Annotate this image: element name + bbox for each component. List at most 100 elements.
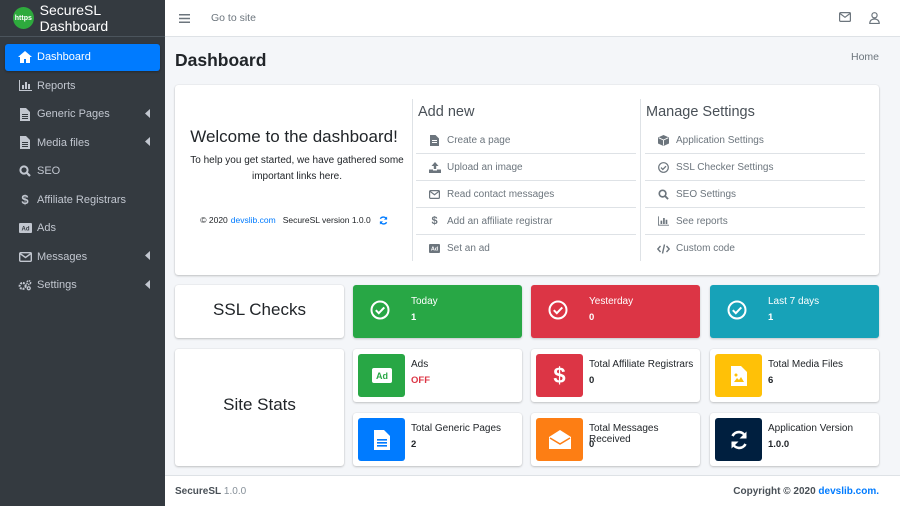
ssl-today-value: 1 [411, 312, 417, 323]
ssl-today-label: Today [411, 296, 438, 307]
envelope-open-icon [536, 418, 583, 461]
stat-ads-box[interactable]: Ad Ads OFF [353, 349, 522, 402]
cogs-icon [18, 278, 32, 292]
user-icon[interactable] [869, 12, 880, 24]
footer: SecureSL 1.0.0 Copyright © 2020 devslib.… [165, 475, 900, 506]
dollar-icon: $ [21, 192, 29, 207]
stat-media-files-box[interactable]: Total Media Files 6 [710, 349, 879, 402]
brand-logo: https [13, 7, 34, 29]
file-image-icon [715, 354, 762, 397]
chart-icon [657, 216, 670, 226]
envelope-icon[interactable] [839, 12, 851, 24]
site-stats-title: Site Stats [223, 395, 296, 414]
manage-settings-title: Manage Settings [646, 104, 755, 120]
footer-copyright-text: Copyright © 2020 [733, 485, 816, 497]
sidebar-item-label: SEO [37, 165, 61, 177]
ad-icon: Ad [428, 244, 441, 253]
seo-settings-link[interactable]: SEO Settings [645, 181, 865, 208]
stat-label: Total Generic Pages [411, 423, 502, 434]
sidebar-item-label: Ads [37, 222, 56, 234]
check-circle-icon [370, 300, 390, 320]
brand[interactable]: https SecureSL Dashboard [0, 0, 165, 37]
sync-icon[interactable] [379, 215, 388, 225]
footer-devslib-link[interactable]: devslib.com. [818, 486, 879, 497]
stat-affiliate-registrars-box[interactable]: $ Total Affiliate Registrars 0 [531, 349, 700, 402]
create-page-link[interactable]: Create a page [416, 127, 636, 154]
ssl-checks-title: SSL Checks [213, 300, 306, 319]
sidebar-item-label: Media files [37, 136, 90, 149]
ad-icon: Ad [358, 354, 405, 397]
chart-icon [18, 79, 32, 93]
stat-label: Total Messages Received [589, 423, 659, 445]
sidebar-item-affiliate-registrars[interactable]: $ Affiliate Registrars [5, 186, 160, 213]
link-label: SEO Settings [676, 188, 737, 200]
envelope-icon [428, 189, 441, 199]
cube-icon [657, 134, 670, 146]
stat-label: Application Version [768, 423, 854, 434]
stat-value: OFF [411, 375, 430, 386]
see-reports-link[interactable]: See reports [645, 208, 865, 235]
menu-icon[interactable] [179, 13, 190, 23]
custom-code-link[interactable]: Custom code [645, 235, 865, 262]
link-label: Read contact messages [447, 188, 555, 200]
go-to-site-link[interactable]: Go to site [211, 12, 256, 24]
main-content: Dashboard Home Welcome to the dashboard!… [165, 37, 900, 475]
sidebar-item-media-files[interactable]: Media files [5, 129, 160, 156]
file-alt-icon [358, 418, 405, 461]
file-icon [18, 107, 32, 121]
welcome-panel: Welcome to the dashboard! To help you ge… [175, 85, 413, 275]
svg-text:Ad: Ad [431, 247, 438, 253]
sidebar-item-messages[interactable]: Messages [5, 243, 160, 270]
upload-icon [428, 161, 441, 173]
site-stats-card: Site Stats [175, 349, 344, 466]
sidebar-item-label: Messages [37, 250, 88, 263]
sidebar-item-generic-pages[interactable]: Generic Pages [5, 101, 160, 128]
ssl-today-box[interactable]: Today 1 [353, 285, 522, 338]
topbar-actions [839, 12, 880, 24]
stat-generic-pages-box[interactable]: Total Generic Pages 2 [353, 413, 522, 466]
sidebar-item-seo[interactable]: SEO [5, 158, 160, 185]
link-label: Upload an image [447, 161, 523, 173]
link-label: Add an affiliate registrar [447, 215, 553, 227]
read-messages-link[interactable]: Read contact messages [416, 181, 636, 208]
sidebar-item-label: Generic Pages [37, 108, 110, 120]
breadcrumb-home[interactable]: Home [851, 51, 879, 63]
stat-value: 6 [768, 375, 774, 386]
application-settings-link[interactable]: Application Settings [645, 127, 865, 154]
file-icon [18, 136, 32, 150]
chevron-left-icon [145, 108, 151, 118]
sidebar-item-reports[interactable]: Reports [5, 72, 160, 99]
footer-version-number: 1.0.0 [223, 485, 247, 497]
ssl-yesterday-label: Yesterday [589, 296, 634, 307]
devslib-link[interactable]: devslib.com [231, 215, 276, 225]
ssl-last-7-days-box[interactable]: Last 7 days 1 [710, 285, 879, 338]
footer-brand: SecureSL [175, 485, 222, 497]
sidebar-item-ads[interactable]: Ad Ads [5, 215, 160, 242]
ad-icon: Ad [18, 221, 32, 235]
set-ad-link[interactable]: Ad Set an ad [416, 235, 636, 262]
search-icon [657, 188, 670, 200]
sidebar-item-settings[interactable]: Settings [5, 272, 160, 299]
ssl-yesterday-box[interactable]: Yesterday 0 [531, 285, 700, 338]
stat-messages-received-box[interactable]: Total Messages Received 0 [531, 413, 700, 466]
sidebar-item-label: Settings [37, 279, 77, 291]
upload-image-link[interactable]: Upload an image [416, 154, 636, 181]
manage-settings-links: Application Settings SSL Checker Setting… [645, 127, 865, 262]
envelope-icon [18, 250, 32, 264]
check-circle-icon [657, 161, 670, 173]
welcome-footer: © 2020 devslib.com SecureSL version 1.0.… [175, 215, 413, 225]
ssl-yesterday-value: 0 [589, 312, 595, 323]
add-affiliate-link[interactable]: $ Add an affiliate registrar [416, 208, 636, 235]
sidebar-item-dashboard[interactable]: Dashboard [5, 43, 160, 71]
stat-application-version-box[interactable]: Application Version 1.0.0 [710, 413, 879, 466]
stat-label: Total Media Files [768, 359, 844, 370]
brand-title: SecureSL Dashboard [39, 2, 109, 34]
ssl-checker-settings-link[interactable]: SSL Checker Settings [645, 154, 865, 181]
copyright-text: © 2020 [200, 215, 228, 225]
stat-value: 0 [589, 375, 595, 386]
sidebar-item-label: Dashboard [37, 51, 91, 63]
ssl-checks-card: SSL Checks [175, 285, 344, 338]
link-label: Application Settings [676, 134, 764, 146]
chevron-left-icon [145, 251, 151, 260]
ssl-last-7-days-value: 1 [768, 312, 774, 323]
